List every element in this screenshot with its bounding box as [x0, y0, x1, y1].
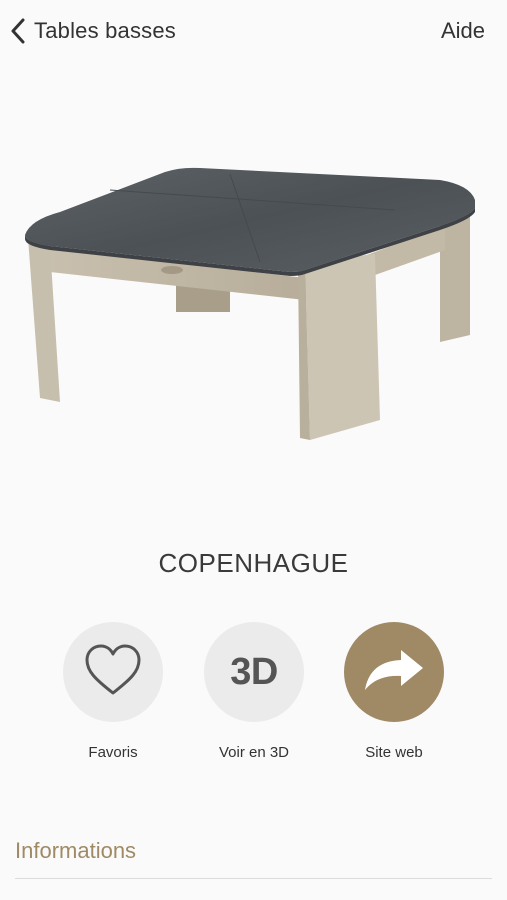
top-nav-bar: Tables basses Aide	[0, 0, 507, 62]
informations-section-header[interactable]: Informations	[15, 838, 136, 864]
website-button[interactable]	[344, 622, 444, 722]
chevron-left-icon	[10, 18, 26, 44]
website-label: Site web	[365, 744, 423, 761]
help-button[interactable]: Aide	[441, 14, 485, 48]
back-button[interactable]: Tables basses	[10, 14, 176, 48]
share-arrow-icon	[363, 648, 425, 697]
website-action: Site web	[334, 622, 454, 761]
back-button-label: Tables basses	[34, 18, 177, 43]
view-3d-button[interactable]: 3D	[204, 622, 304, 722]
favorites-label: Favoris	[88, 744, 138, 761]
3d-icon: 3D	[230, 650, 278, 693]
product-image	[0, 150, 507, 460]
heart-icon	[83, 643, 143, 702]
view-3d-label: Voir en 3D	[218, 744, 290, 761]
favorites-action: Favoris	[53, 622, 173, 761]
favorites-button[interactable]	[63, 622, 163, 722]
product-title: COPENHAGUE	[158, 548, 349, 578]
view-3d-action: 3D Voir en 3D	[194, 622, 314, 761]
divider	[15, 878, 492, 879]
